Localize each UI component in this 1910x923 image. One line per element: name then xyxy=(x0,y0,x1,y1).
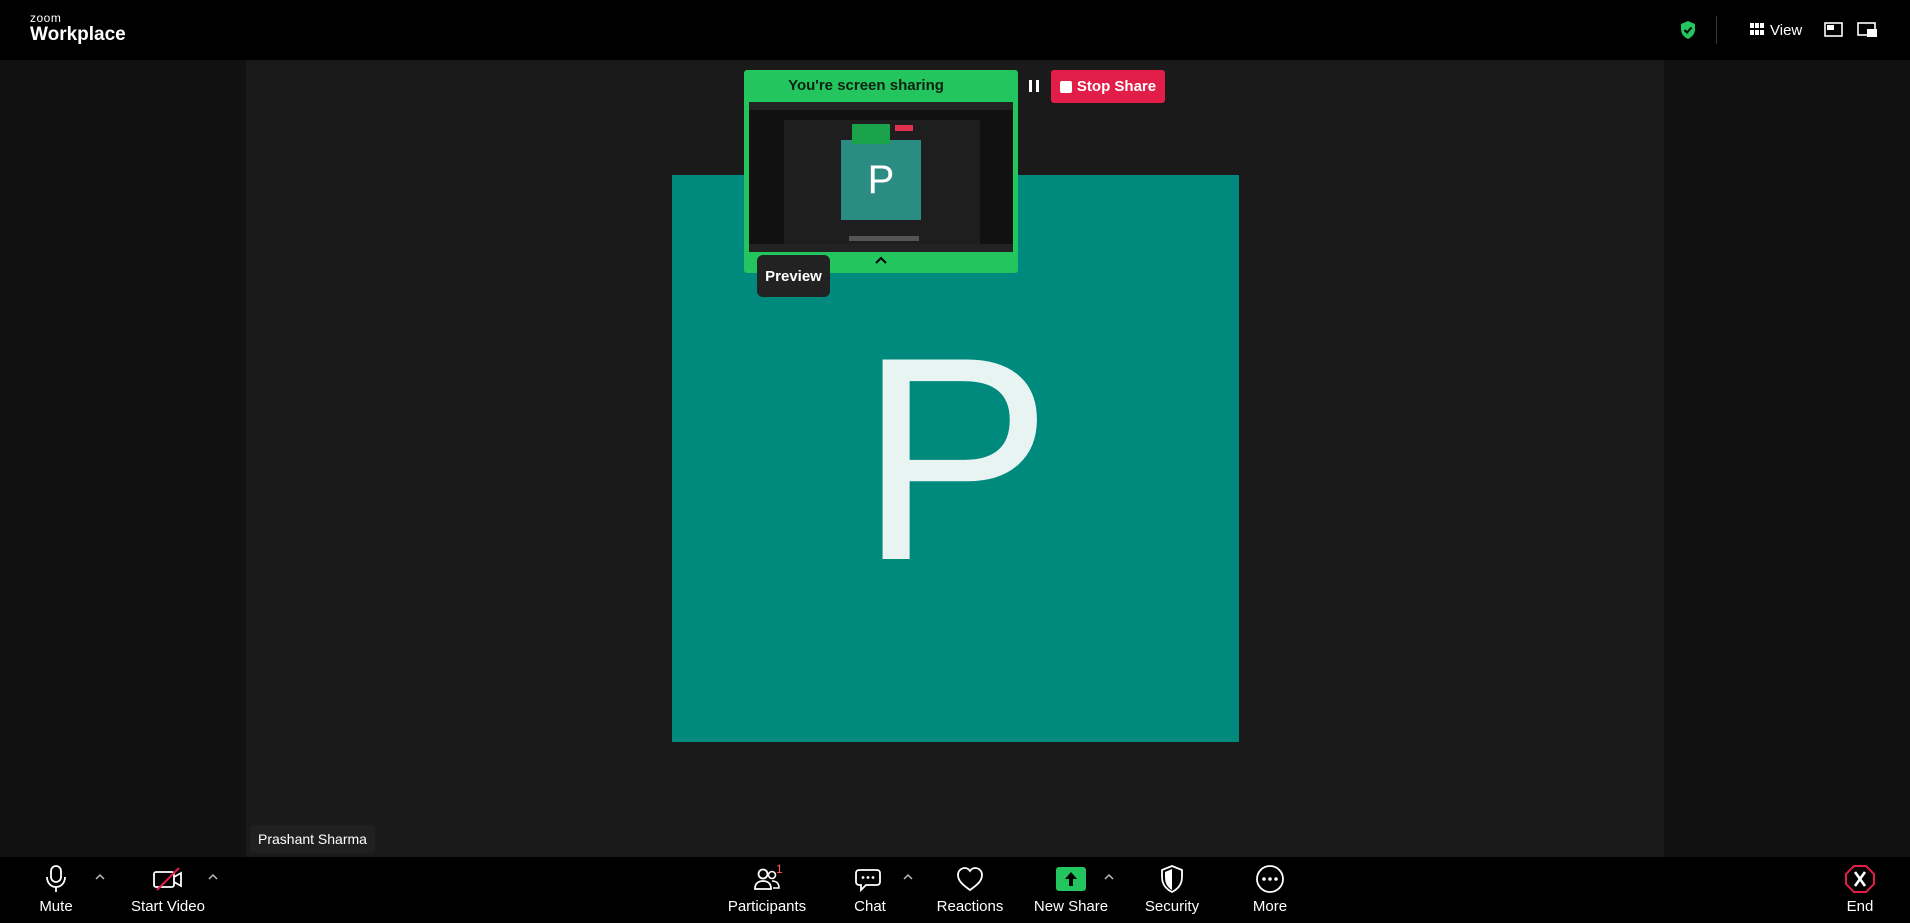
chat-options-chevron-icon[interactable] xyxy=(901,869,915,880)
participant-name-tag: Prashant Sharma xyxy=(250,825,375,853)
chat-icon xyxy=(853,862,887,896)
new-share-label: New Share xyxy=(1033,898,1109,915)
stop-share-button[interactable]: Stop Share xyxy=(1051,70,1165,103)
grid-icon xyxy=(1750,22,1764,39)
pause-icon-bar-left xyxy=(1029,80,1032,92)
collapse-preview-chevron-icon[interactable] xyxy=(872,254,890,268)
start-video-button[interactable]: Start Video xyxy=(128,857,208,923)
audio-options-chevron-icon[interactable] xyxy=(93,869,107,880)
screen-share-panel: You're screen sharing P xyxy=(744,70,1018,273)
new-share-button[interactable]: New Share xyxy=(1034,857,1108,923)
view-button[interactable]: View xyxy=(1750,20,1802,40)
share-options-chevron-icon[interactable] xyxy=(1102,869,1116,880)
reactions-label: Reactions xyxy=(936,898,1004,915)
top-bar: zoom Workplace View xyxy=(0,0,1910,60)
more-button[interactable]: More xyxy=(1250,857,1290,923)
thumb-mini-stop-button xyxy=(895,125,913,131)
security-button[interactable]: Security xyxy=(1144,857,1200,923)
thumb-top-bar xyxy=(749,102,1013,110)
share-preview-thumbnail[interactable]: P xyxy=(749,102,1013,252)
share-screen-icon xyxy=(1054,862,1088,896)
view-label: View xyxy=(1770,21,1803,39)
start-video-label: Start Video xyxy=(131,898,205,915)
participants-button[interactable]: 1 Participants xyxy=(726,857,808,923)
mute-button[interactable]: Mute xyxy=(36,857,76,923)
pause-share-button[interactable] xyxy=(1024,78,1044,94)
security-shield-icon xyxy=(1155,862,1189,896)
end-icon xyxy=(1843,862,1877,896)
chat-label: Chat xyxy=(854,898,886,915)
thumb-avatar: P xyxy=(841,140,921,220)
meeting-toolbar: Mute Start Video 1 Participants Chat Rea… xyxy=(0,857,1910,923)
logo-zoom-text: zoom xyxy=(30,11,62,25)
encryption-shield-icon[interactable] xyxy=(1678,20,1698,40)
participants-count-badge: 1 xyxy=(776,862,783,876)
end-label: End xyxy=(1846,898,1874,915)
thumb-mini-share-panel xyxy=(852,124,890,144)
zoom-logo: zoom Workplace xyxy=(30,12,126,46)
chat-button[interactable]: Chat xyxy=(850,857,890,923)
minimize-window-icon[interactable] xyxy=(1857,20,1879,40)
video-options-chevron-icon[interactable] xyxy=(206,869,220,880)
participants-icon: 1 xyxy=(750,862,784,896)
header-divider xyxy=(1716,16,1717,44)
more-label: More xyxy=(1252,898,1288,915)
picture-in-picture-icon[interactable] xyxy=(1824,20,1846,40)
video-off-icon xyxy=(151,862,185,896)
reactions-button[interactable]: Reactions xyxy=(935,857,1005,923)
thumb-toolbar xyxy=(849,236,919,241)
more-options-icon xyxy=(1253,862,1287,896)
participants-label: Participants xyxy=(727,898,807,915)
thumb-taskbar xyxy=(749,244,1013,252)
stop-share-label: Stop Share xyxy=(1076,78,1157,95)
microphone-icon xyxy=(39,862,73,896)
preview-tooltip: Preview xyxy=(757,255,830,297)
security-label: Security xyxy=(1144,898,1200,915)
stop-icon xyxy=(1059,80,1072,93)
end-meeting-button[interactable]: End xyxy=(1840,857,1880,923)
logo-workplace-text: Workplace xyxy=(30,24,126,45)
screen-sharing-status: You're screen sharing xyxy=(788,77,944,94)
pause-icon-bar-right xyxy=(1036,80,1039,92)
mute-label: Mute xyxy=(39,898,73,915)
avatar-initial: P xyxy=(858,296,1053,621)
heart-icon xyxy=(953,862,987,896)
